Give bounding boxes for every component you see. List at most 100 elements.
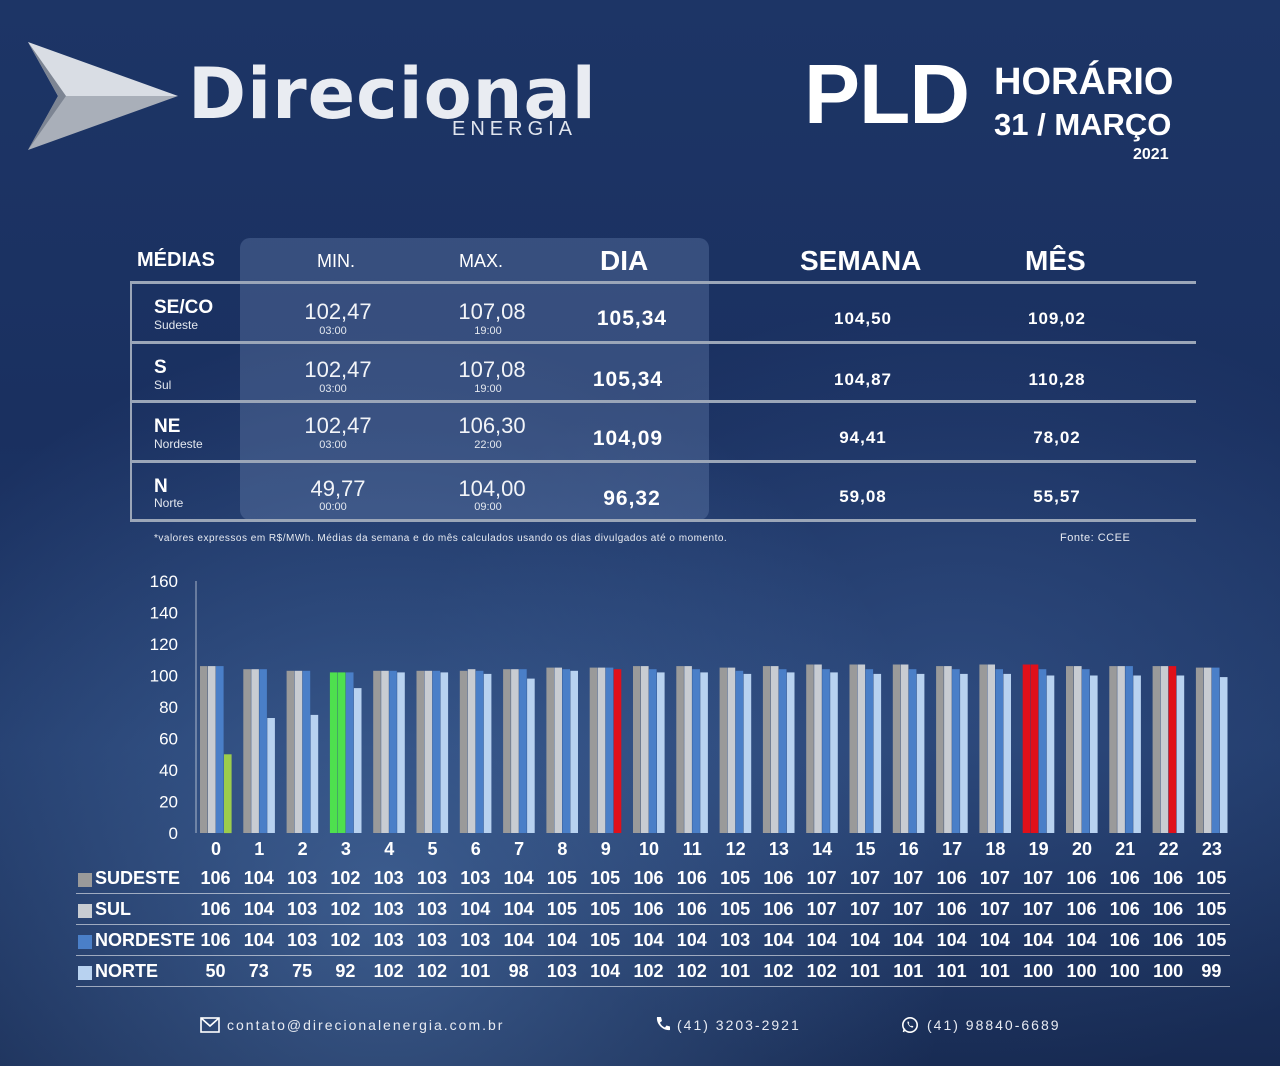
bar-norte-3 bbox=[353, 688, 362, 833]
table-cell: 106 bbox=[676, 868, 707, 888]
max-value: 106,30 bbox=[458, 413, 526, 438]
table-divider bbox=[130, 281, 1196, 284]
table-cell: 101 bbox=[893, 961, 924, 981]
bar-sul-19 bbox=[1030, 664, 1039, 833]
x-tick-label: 23 bbox=[1202, 839, 1222, 859]
bar-nordeste-20 bbox=[1082, 669, 1090, 833]
table-cell: 103 bbox=[416, 868, 448, 888]
header-min: MIN. bbox=[317, 251, 355, 271]
bar-norte-14 bbox=[830, 672, 838, 833]
table-cell: 106 bbox=[936, 868, 967, 888]
table-divider bbox=[130, 400, 1196, 403]
bar-norte-2 bbox=[310, 714, 319, 833]
table-cell: 103 bbox=[373, 930, 404, 950]
table-cell: 99 bbox=[1201, 961, 1222, 981]
bar-norte-19 bbox=[1046, 675, 1055, 833]
legend-swatch-norte bbox=[78, 966, 92, 980]
table-cell: 105 bbox=[590, 930, 621, 950]
bar-sudeste-12 bbox=[719, 667, 728, 833]
table-cell: 106 bbox=[200, 899, 231, 919]
bar-nordeste-21 bbox=[1125, 666, 1133, 833]
y-tick-label: 120 bbox=[150, 635, 178, 654]
bar-nordeste-23 bbox=[1211, 667, 1220, 833]
bar-sul-20 bbox=[1074, 666, 1082, 833]
bar-sul-22 bbox=[1160, 666, 1169, 833]
bar-nordeste-4 bbox=[389, 670, 397, 833]
bar-norte-0 bbox=[224, 754, 232, 834]
row-code: SE/CO bbox=[154, 297, 214, 318]
bar-norte-9 bbox=[613, 669, 622, 833]
x-tick-label: 2 bbox=[298, 839, 308, 859]
table-cell: 107 bbox=[979, 868, 1010, 888]
bar-nordeste-14 bbox=[822, 669, 830, 833]
x-tick-label: 8 bbox=[557, 839, 567, 859]
legend-label-sudeste: SUDESTE bbox=[95, 868, 181, 888]
legend-swatch-sudeste bbox=[78, 873, 92, 887]
x-tick-label: 10 bbox=[639, 839, 659, 859]
table-cell: 102 bbox=[763, 961, 794, 981]
header-semana: SEMANA bbox=[800, 245, 922, 276]
x-tick-label: 1 bbox=[254, 839, 264, 859]
bar-sudeste-18 bbox=[979, 664, 987, 833]
table-cell: 104 bbox=[893, 930, 924, 950]
table-cell: 105 bbox=[590, 899, 621, 919]
table-cell: 106 bbox=[1109, 899, 1140, 919]
max-time: 19:00 bbox=[474, 325, 502, 337]
x-tick-label: 15 bbox=[855, 839, 875, 859]
table-cell: 104 bbox=[676, 930, 707, 950]
bar-norte-11 bbox=[700, 672, 708, 833]
x-tick-label: 5 bbox=[427, 839, 437, 859]
bar-sudeste-23 bbox=[1195, 667, 1204, 833]
table-cell: 106 bbox=[633, 899, 664, 919]
row-code: N bbox=[154, 476, 168, 497]
bar-sul-4 bbox=[381, 670, 389, 833]
x-tick-label: 22 bbox=[1159, 839, 1179, 859]
bar-norte-17 bbox=[960, 673, 968, 833]
footer-email[interactable]: contato@direcionalenergia.com.br bbox=[227, 1017, 504, 1033]
table-cell: 106 bbox=[763, 899, 794, 919]
table-cell: 106 bbox=[1066, 899, 1097, 919]
bar-nordeste-8 bbox=[562, 669, 570, 833]
footer-phone[interactable]: (41) 3203-2921 bbox=[677, 1017, 801, 1033]
table-cell: 105 bbox=[720, 868, 751, 888]
bar-sul-6 bbox=[467, 669, 476, 833]
bar-nordeste-3 bbox=[345, 672, 354, 833]
table-cell: 100 bbox=[1109, 961, 1140, 981]
dia-value: 105,34 bbox=[596, 307, 668, 330]
table-cell: 103 bbox=[720, 930, 751, 950]
min-time: 03:00 bbox=[319, 325, 347, 337]
dia-value: 96,32 bbox=[603, 487, 661, 510]
table-cell: 102 bbox=[330, 930, 361, 950]
bar-sul-17 bbox=[944, 666, 952, 833]
bar-nordeste-22 bbox=[1168, 666, 1177, 833]
bar-nordeste-15 bbox=[865, 669, 874, 833]
table-cell: 107 bbox=[806, 899, 837, 919]
x-tick-label: 0 bbox=[211, 839, 221, 859]
min-time: 03:00 bbox=[319, 439, 347, 451]
max-time: 19:00 bbox=[474, 383, 502, 395]
table-cell: 101 bbox=[460, 961, 491, 981]
table-cell: 107 bbox=[893, 868, 924, 888]
pld-infographic: Direcional ENERGIA PLD HORÁRIO 31 / MARÇ… bbox=[0, 0, 1280, 1066]
phone-icon bbox=[656, 1017, 670, 1031]
bar-sudeste-19 bbox=[1022, 664, 1031, 833]
footer-whatsapp[interactable]: (41) 98840-6689 bbox=[927, 1017, 1061, 1033]
x-tick-label: 11 bbox=[683, 839, 702, 859]
bar-nordeste-12 bbox=[735, 670, 744, 833]
bar-sudeste-0 bbox=[200, 666, 208, 833]
table-row-divider bbox=[76, 986, 1230, 987]
y-tick-label: 40 bbox=[159, 761, 178, 780]
table-cell: 104 bbox=[979, 930, 1010, 950]
table-cell: 75 bbox=[292, 961, 313, 981]
x-tick-label: 3 bbox=[341, 839, 351, 859]
bar-sudeste-9 bbox=[589, 667, 598, 833]
mes-value: 110,28 bbox=[1028, 370, 1086, 389]
y-tick-label: 20 bbox=[159, 793, 178, 812]
legend-label-nordeste: NORDESTE bbox=[95, 930, 196, 950]
bar-sudeste-16 bbox=[892, 664, 901, 833]
bar-sul-12 bbox=[727, 667, 736, 833]
bar-norte-22 bbox=[1176, 675, 1185, 833]
bar-sul-10 bbox=[641, 666, 649, 833]
min-value: 102,47 bbox=[304, 413, 372, 438]
bar-nordeste-7 bbox=[519, 669, 527, 833]
